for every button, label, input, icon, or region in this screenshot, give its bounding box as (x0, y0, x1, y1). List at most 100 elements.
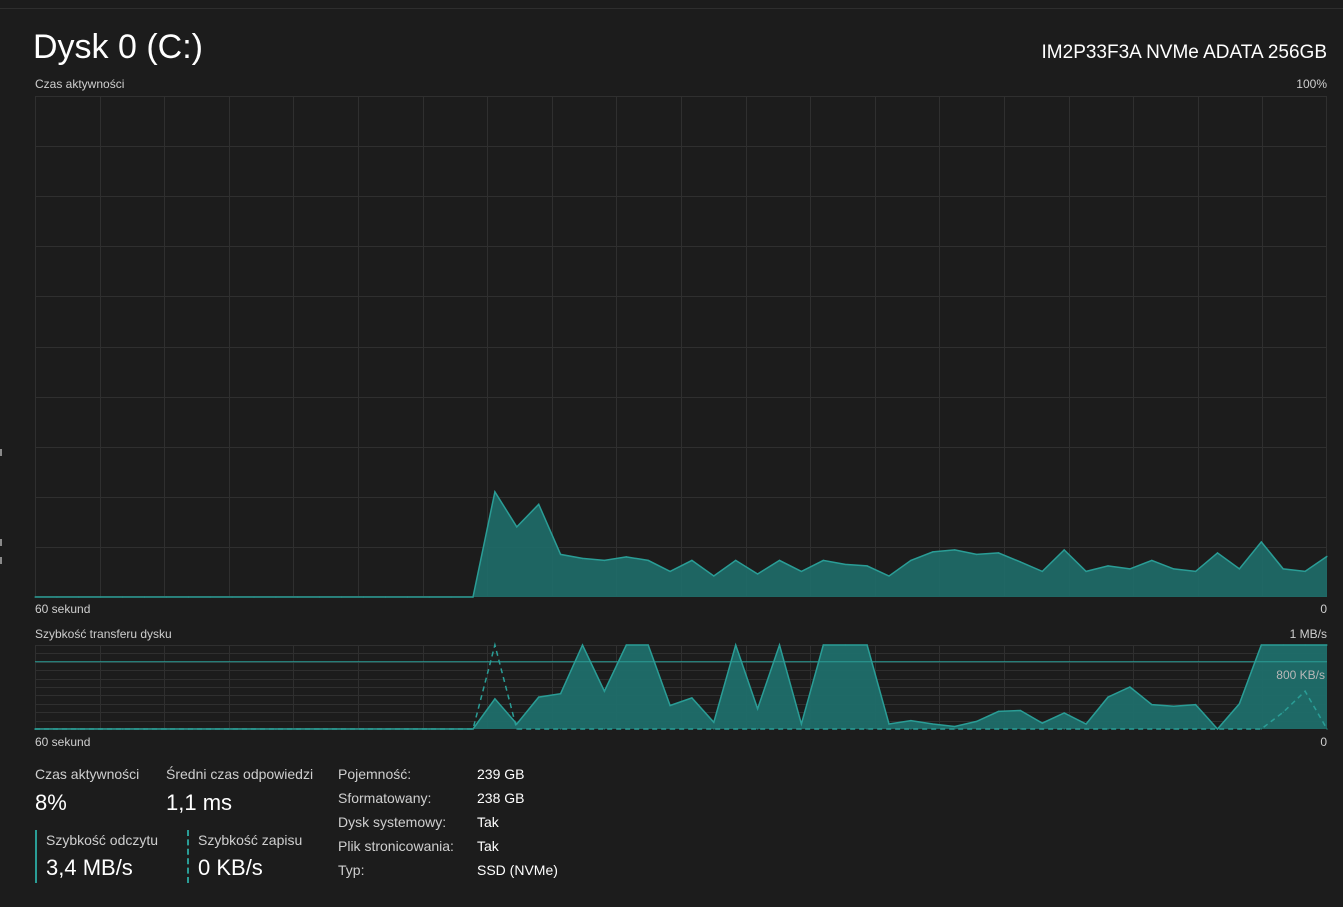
activity-point (384, 596, 387, 598)
write-speed-point (734, 728, 737, 730)
read-speed-point (1129, 686, 1131, 688)
write-speed-point (187, 728, 190, 730)
activity-point (340, 596, 343, 598)
activity-point (844, 563, 846, 566)
activity-point (647, 559, 649, 562)
property-label: Dysk systemowy: (338, 814, 447, 830)
property-value: Tak (477, 838, 499, 854)
activity-chart-max-label: 100% (1296, 77, 1327, 91)
write-speed-point (669, 728, 671, 730)
property-value: SSD (NVMe) (477, 862, 558, 878)
activity-point (603, 559, 606, 562)
activity-point (734, 559, 737, 562)
read-speed-point (494, 698, 496, 700)
read-speed-point (975, 720, 978, 723)
write-speed-point (209, 728, 211, 730)
write-speed-point (1304, 690, 1306, 692)
activity-point (866, 565, 868, 567)
read-speed-point (756, 708, 759, 710)
read-speed-point (778, 644, 781, 646)
read-speed-legend-line (35, 830, 37, 883)
activity-chart-label: Czas aktywności (35, 77, 125, 91)
write-speed-point (559, 728, 562, 730)
write-speed-point (1238, 728, 1241, 730)
activity-point (428, 596, 431, 598)
read-speed-point (866, 644, 868, 646)
read-speed-point (800, 723, 803, 725)
read-speed-point (559, 692, 562, 695)
activity-point (1063, 549, 1065, 551)
activity-point (800, 570, 803, 573)
activity-point (537, 503, 540, 506)
activity-point (1216, 552, 1219, 554)
write-speed-point (1085, 728, 1087, 730)
activity-point (559, 553, 562, 556)
activity-point (34, 596, 36, 598)
activity-point (778, 559, 781, 562)
read-speed-point (1304, 644, 1306, 646)
activity-point (625, 556, 628, 558)
write-speed-point (121, 728, 124, 730)
activity-point (1172, 568, 1175, 570)
read-speed-point (1085, 723, 1087, 725)
activity-point (450, 596, 452, 598)
activity-point (121, 596, 124, 598)
read-speed-point (713, 721, 715, 724)
write-speed-point (1326, 728, 1328, 730)
read-speed-point (1107, 696, 1109, 698)
write-speed-point (34, 728, 36, 730)
read-speed-value: 3,4 MB/s (46, 855, 133, 880)
write-speed-point (253, 728, 255, 730)
write-speed-point (1041, 728, 1044, 730)
write-speed-point (56, 728, 58, 730)
active-time-label: Czas aktywności (35, 766, 140, 782)
write-speed-point (581, 728, 584, 730)
activity-point (209, 596, 211, 598)
read-speed-point (647, 644, 649, 646)
activity-point (231, 596, 233, 598)
transfer-x-left-label: 60 sekund (35, 735, 91, 749)
write-speed-point (537, 728, 540, 730)
activity-point (997, 552, 1000, 554)
activity-point (888, 575, 890, 577)
read-speed-point (1151, 703, 1153, 706)
transfer-chart (34, 642, 1328, 731)
write-speed-point (910, 728, 912, 730)
activity-point (362, 596, 365, 598)
activity-point (1194, 570, 1197, 573)
read-speed-point (1063, 712, 1065, 714)
read-speed-point (888, 723, 890, 725)
write-speed-point (844, 728, 846, 730)
property-label: Pojemność: (338, 766, 412, 782)
read-speed-point (1260, 644, 1263, 646)
write-speed-point (647, 728, 649, 730)
activity-point (669, 570, 671, 573)
write-speed-point (1063, 728, 1065, 730)
read-speed-point (669, 704, 671, 707)
write-speed-point (297, 728, 299, 730)
activity-point (953, 549, 956, 551)
write-speed-point (78, 728, 80, 730)
write-speed-point (691, 728, 693, 730)
activity-point (1085, 570, 1087, 573)
read-speed-point (1326, 644, 1328, 646)
sidebar-edge-mark (0, 539, 2, 546)
read-speed-point (822, 644, 825, 646)
write-speed-point (997, 728, 1000, 730)
read-speed-point (691, 697, 693, 699)
write-speed-point (1194, 728, 1197, 730)
write-speed-point (1172, 728, 1175, 730)
read-speed-point (1194, 703, 1197, 706)
write-speed-point (428, 728, 431, 730)
write-speed-point (932, 728, 934, 730)
avg-response-label: Średni czas odpowiedzi (166, 766, 314, 782)
read-speed-point (1041, 722, 1044, 724)
property-value: 238 GB (477, 790, 525, 806)
write-speed-point (975, 728, 978, 730)
property-label: Sformatowany: (338, 790, 432, 806)
activity-point (494, 491, 496, 493)
write-speed-point (165, 728, 168, 730)
write-speed-point (1019, 728, 1022, 730)
activity-point (1304, 570, 1306, 573)
activity-point (691, 559, 693, 562)
